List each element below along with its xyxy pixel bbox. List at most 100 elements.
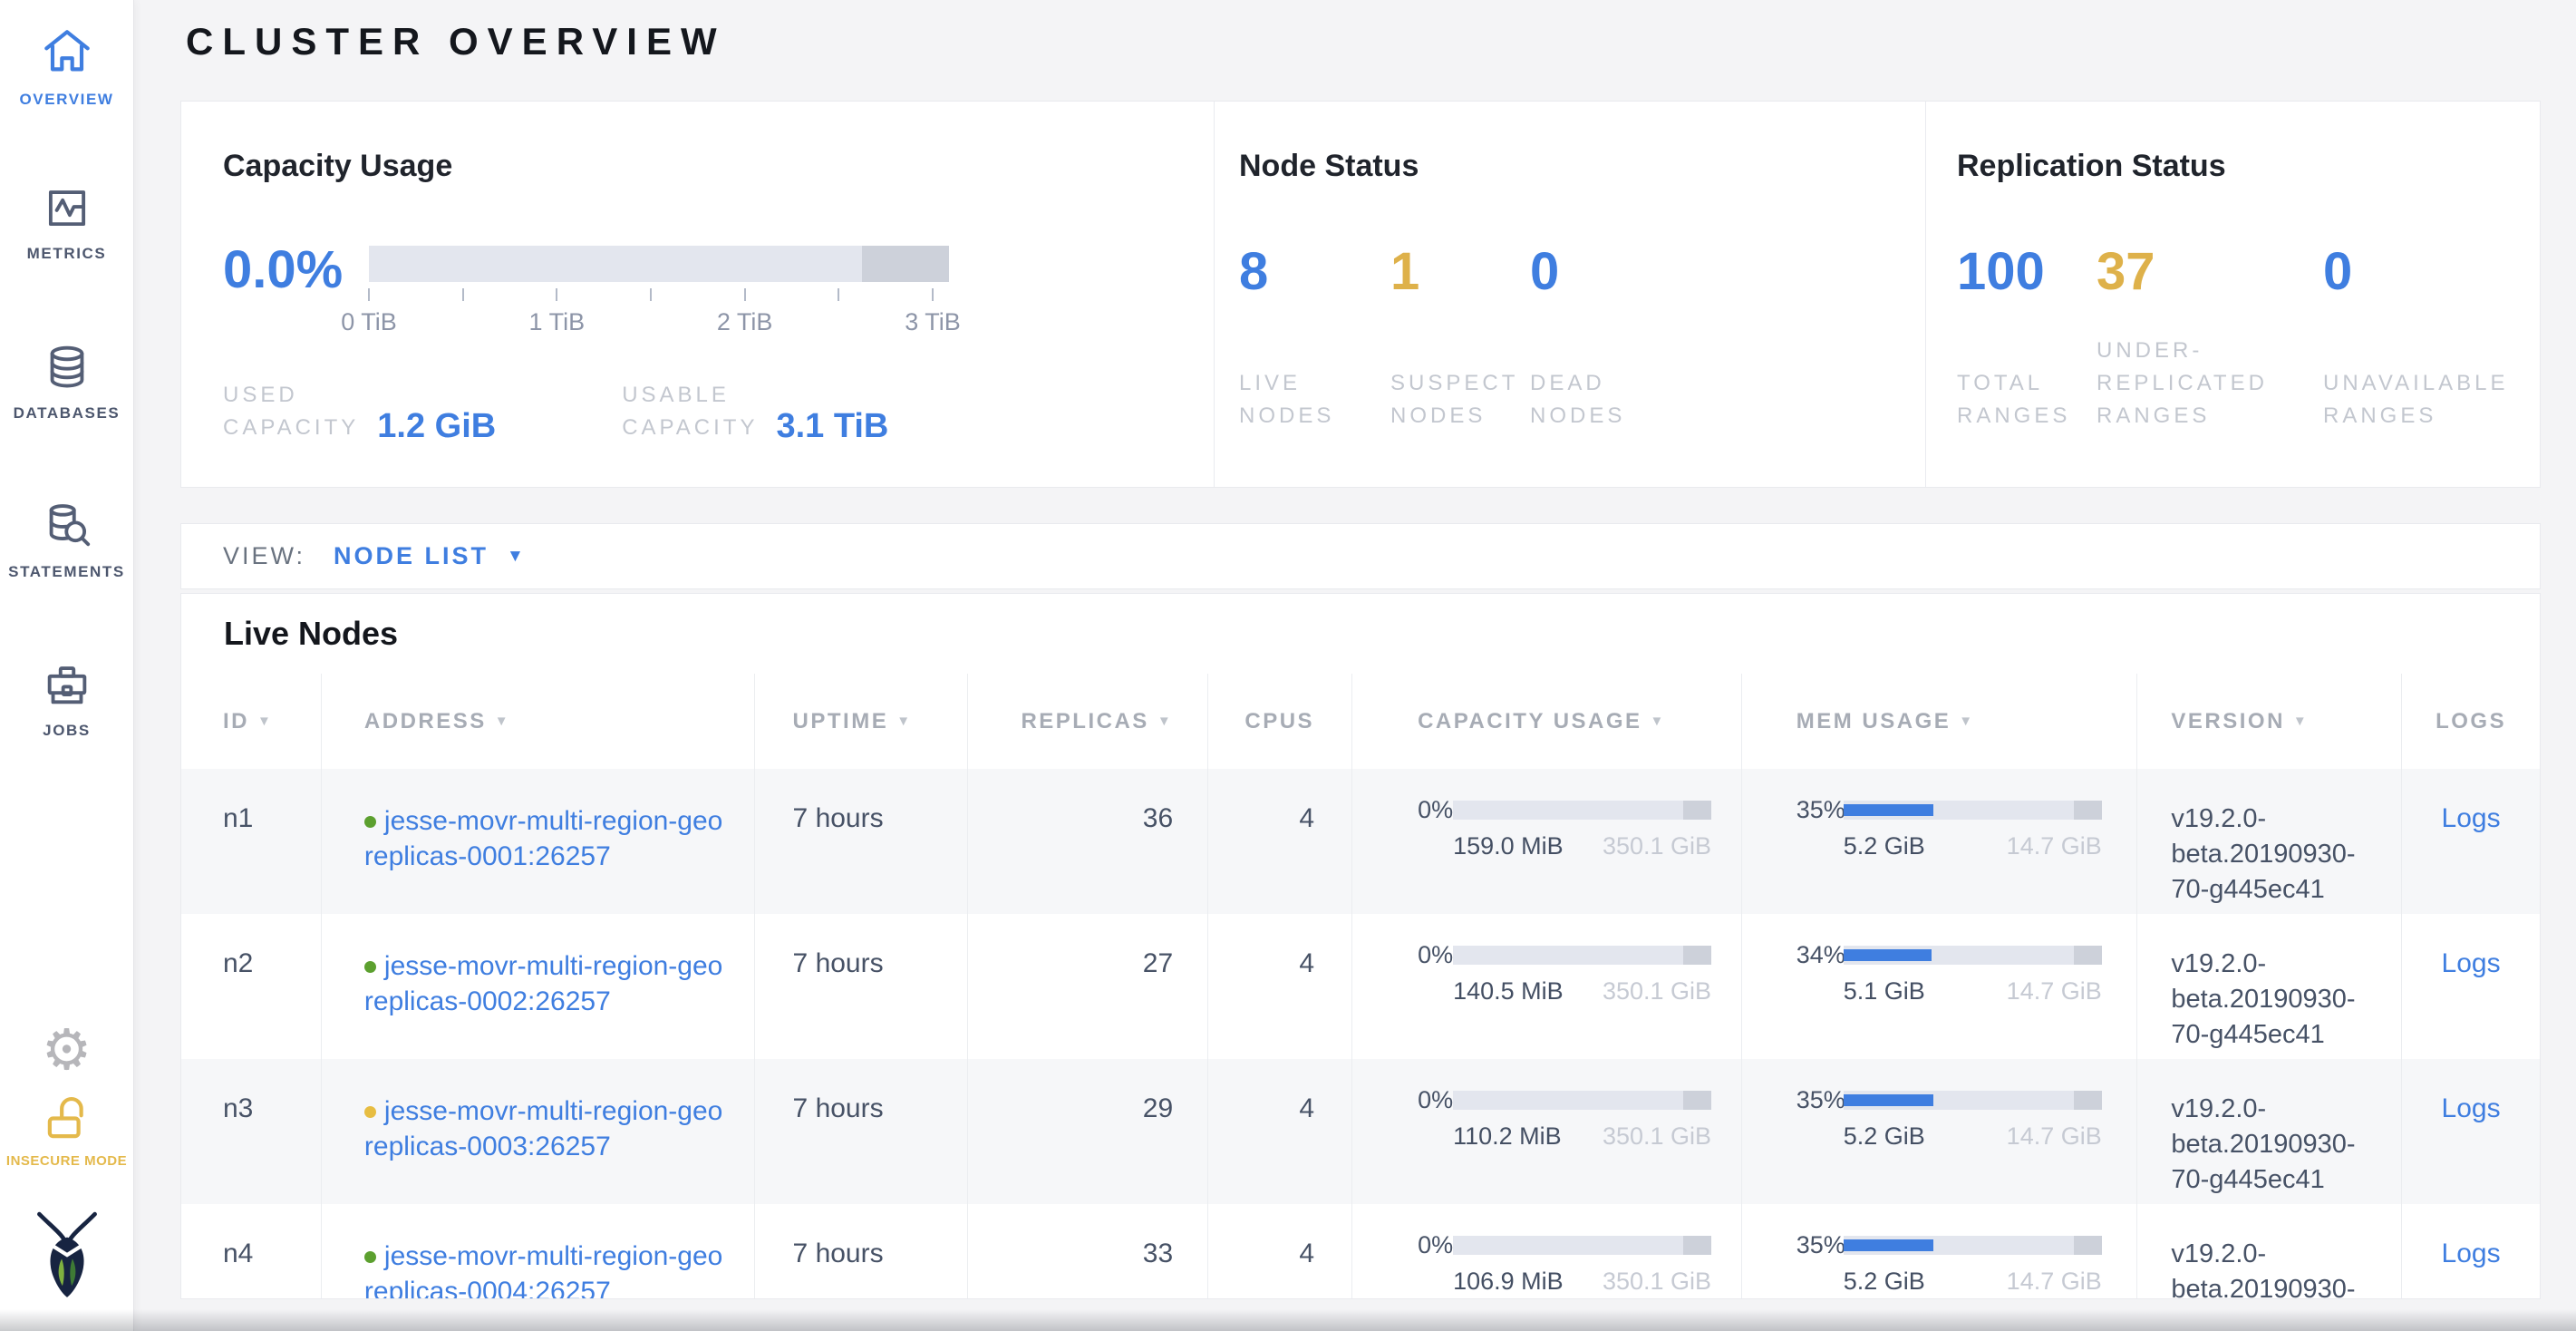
stat-total-ranges: 100 TOTAL RANGES	[1957, 244, 2097, 432]
table-header-row: ID▼ ADDRESS▼ UPTIME▼ REPLICAS▼ CPUS	[181, 674, 2540, 769]
cell-node-id: n4	[181, 1204, 321, 1299]
statements-icon	[0, 500, 133, 552]
capacity-usage-bar	[1453, 1236, 1711, 1255]
column-header-mem-usage[interactable]: MEM USAGE▼	[1741, 674, 2137, 769]
table-row: n3 jesse-movr-multi-region-georeplicas-0…	[181, 1059, 2540, 1204]
cell-capacity-usage: 0% 159.0 MiB350.1 GiB	[1351, 769, 1741, 914]
cell-version: v19.2.0-beta.20190930-70-g445ec41	[2136, 914, 2401, 1059]
column-header-address[interactable]: ADDRESS▼	[321, 674, 754, 769]
insecure-mode-indicator[interactable]: INSECURE MODE	[0, 1093, 133, 1169]
column-header-id[interactable]: ID▼	[181, 674, 321, 769]
sidebar-item-label: DATABASES	[0, 404, 133, 423]
used-capacity-label: USED CAPACITY	[223, 379, 359, 444]
sort-arrow-icon: ▼	[257, 714, 273, 729]
jobs-briefcase-icon	[0, 658, 133, 711]
node-address-link[interactable]: jesse-movr-multi-region-georeplicas-0002…	[364, 951, 722, 1016]
node-status-dot	[364, 1251, 376, 1263]
cockroachdb-logo[interactable]	[0, 1210, 133, 1302]
sort-arrow-icon: ▼	[2293, 714, 2309, 729]
sidebar-item-databases[interactable]: DATABASES	[0, 341, 133, 423]
cell-logs: Logs	[2401, 914, 2540, 1059]
cell-version: v19.2.0-beta.20190930-70-g445ec41	[2136, 769, 2401, 914]
cell-uptime: 7 hours	[754, 1059, 968, 1204]
cell-node-id: n2	[181, 914, 321, 1059]
cluster-summary-card: Capacity Usage 0.0%	[180, 101, 2541, 488]
logs-link[interactable]: Logs	[2442, 948, 2501, 978]
usable-capacity-value: 3.1 TiB	[776, 408, 888, 444]
sort-arrow-icon: ▼	[495, 714, 510, 729]
tick-label: 2 TiB	[717, 308, 773, 336]
column-header-replicas[interactable]: REPLICAS▼	[967, 674, 1207, 769]
node-status-title: Node Status	[1239, 143, 1925, 189]
capacity-gauge-bar	[369, 246, 949, 282]
sidebar-item-metrics[interactable]: METRICS	[0, 181, 133, 263]
mem-usage-bar	[1844, 946, 2102, 965]
usable-capacity-label: USABLE CAPACITY	[622, 379, 758, 444]
stat-dead-nodes: 0 DEAD NODES	[1530, 244, 1625, 432]
cell-mem-usage: 34% 5.1 GiB14.7 GiB	[1741, 914, 2137, 1059]
stat-value: 0	[1530, 244, 1625, 300]
stat-suspect-nodes: 1 SUSPECT NODES	[1390, 244, 1530, 432]
cell-logs: Logs	[2401, 769, 2540, 914]
stat-label: SUSPECT NODES	[1390, 367, 1530, 432]
used-capacity-value: 1.2 GiB	[377, 408, 496, 444]
sidebar-item-label: STATEMENTS	[0, 563, 133, 581]
stat-value: 0	[2323, 244, 2509, 300]
cell-replicas: 29	[967, 1059, 1207, 1204]
replication-status-title: Replication Status	[1957, 143, 2540, 189]
logs-link[interactable]: Logs	[2442, 1093, 2501, 1123]
cell-logs: Logs	[2401, 1204, 2540, 1299]
column-header-capacity-usage[interactable]: CAPACITY USAGE▼	[1351, 674, 1741, 769]
sidebar-item-statements[interactable]: STATEMENTS	[0, 500, 133, 581]
settings-button[interactable]: ⚙	[0, 1023, 133, 1079]
node-status-dot	[364, 961, 376, 973]
node-status-section: Node Status 8 LIVE NODES 1 SU	[1214, 102, 1925, 487]
column-header-version[interactable]: VERSION▼	[2136, 674, 2401, 769]
column-header-uptime[interactable]: UPTIME▼	[754, 674, 968, 769]
cell-capacity-usage: 0% 106.9 MiB350.1 GiB	[1351, 1204, 1741, 1299]
chevron-down-icon: ▼	[507, 547, 524, 567]
insecure-mode-label: INSECURE MODE	[0, 1153, 133, 1169]
capacity-usage-title: Capacity Usage	[223, 143, 1214, 189]
cell-node-id: n3	[181, 1059, 321, 1204]
mem-usage-bar	[1844, 1236, 2102, 1255]
logs-link[interactable]: Logs	[2442, 1239, 2501, 1268]
stat-under-replicated-ranges: 37 UNDER- REPLICATED RANGES	[2097, 244, 2323, 432]
view-dropdown[interactable]: NODE LIST ▼	[334, 542, 524, 570]
cluster-overview-page: OVERVIEW METRICS DATABASES	[0, 0, 2576, 1331]
logs-link[interactable]: Logs	[2442, 803, 2501, 833]
node-address-link[interactable]: jesse-movr-multi-region-georeplicas-0001…	[364, 806, 722, 871]
cell-mem-usage: 35% 5.2 GiB14.7 GiB	[1741, 1204, 2137, 1299]
cell-address: jesse-movr-multi-region-georeplicas-0003…	[321, 1059, 754, 1204]
capacity-usage-bar	[1453, 1091, 1711, 1110]
table-row: n2 jesse-movr-multi-region-georeplicas-0…	[181, 914, 2540, 1059]
cell-replicas: 33	[967, 1204, 1207, 1299]
cell-logs: Logs	[2401, 1059, 2540, 1204]
cell-address: jesse-movr-multi-region-georeplicas-0002…	[321, 914, 754, 1059]
cell-uptime: 7 hours	[754, 769, 968, 914]
view-label: VIEW:	[223, 542, 305, 570]
cell-version: v19.2.0-beta.20190930-70-g445ec41	[2136, 1059, 2401, 1204]
stat-label: UNDER- REPLICATED RANGES	[2097, 335, 2323, 432]
main-content: CLUSTER OVERVIEW Capacity Usage 0.0%	[133, 0, 2576, 1331]
sort-arrow-icon: ▼	[896, 714, 912, 729]
column-header-cpus: CPUS	[1207, 674, 1351, 769]
replication-status-section: Replication Status 100 TOTAL RANGES 37	[1925, 102, 2540, 487]
node-address-link[interactable]: jesse-movr-multi-region-georeplicas-0004…	[364, 1241, 722, 1299]
live-nodes-card: Live Nodes ID▼ ADDRESS▼ UPTIME▼ REPLICAS…	[180, 593, 2541, 1299]
stat-value: 100	[1957, 244, 2097, 300]
node-address-link[interactable]: jesse-movr-multi-region-georeplicas-0003…	[364, 1096, 722, 1161]
sidebar-item-overview[interactable]: OVERVIEW	[0, 24, 133, 109]
view-dropdown-value: NODE LIST	[334, 542, 489, 570]
capacity-usage-bar	[1453, 946, 1711, 965]
cell-cpus: 4	[1207, 1204, 1351, 1299]
sort-arrow-icon: ▼	[1651, 714, 1666, 729]
sidebar-item-jobs[interactable]: JOBS	[0, 658, 133, 740]
cell-uptime: 7 hours	[754, 914, 968, 1059]
metrics-icon	[0, 181, 133, 234]
sidebar-item-label: OVERVIEW	[0, 91, 133, 109]
cell-address: jesse-movr-multi-region-georeplicas-0001…	[321, 769, 754, 914]
cell-cpus: 4	[1207, 1059, 1351, 1204]
tick-label: 1 TiB	[529, 308, 586, 336]
cell-cpus: 4	[1207, 914, 1351, 1059]
